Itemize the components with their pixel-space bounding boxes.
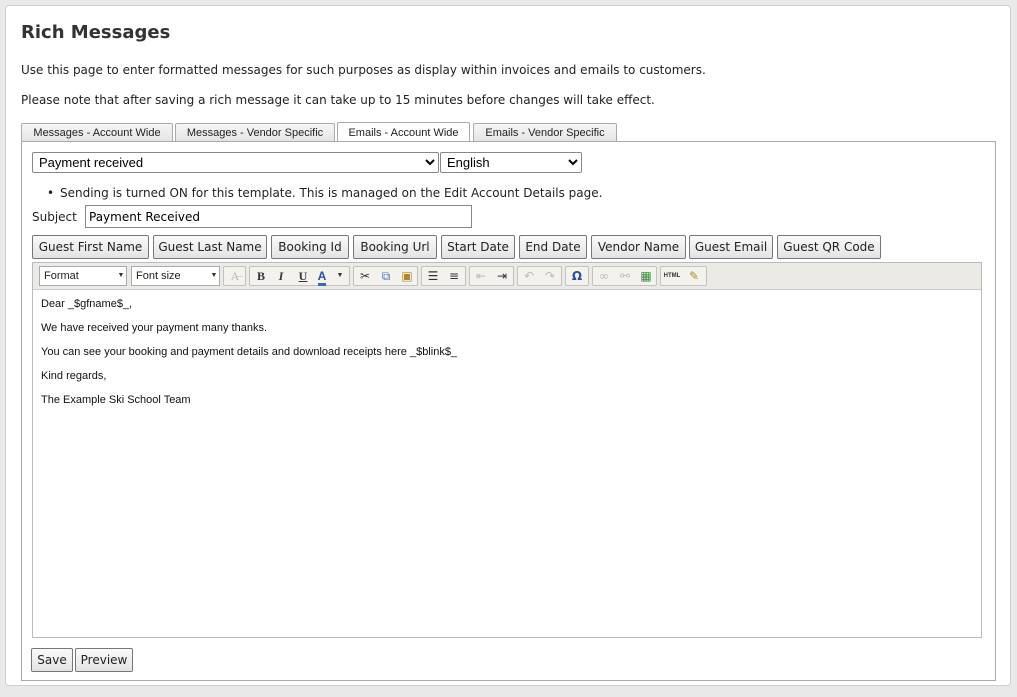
numbered-list-icon[interactable]: ≡ bbox=[444, 267, 464, 285]
rich-text-editor: Format ▼ Font size ▼ A̶ B I U A ▼ ✂ ⧉ ▣ … bbox=[32, 262, 982, 638]
font-size-combo[interactable]: Font size ▼ bbox=[131, 266, 220, 286]
unlink-icon[interactable]: ⚯ bbox=[615, 267, 635, 285]
format-combo-label: Format bbox=[44, 270, 79, 282]
tab-messages-vendor-specific[interactable]: Messages - Vendor Specific bbox=[175, 123, 335, 141]
link-icon[interactable]: ∞ bbox=[594, 267, 614, 285]
tab-emails-account-wide[interactable]: Emails - Account Wide bbox=[337, 122, 470, 142]
clipboard-group: ✂ ⧉ ▣ bbox=[353, 266, 418, 286]
cleanup-brush-icon[interactable]: ✎ bbox=[684, 267, 704, 285]
tab-messages-account-wide[interactable]: Messages - Account Wide bbox=[21, 123, 173, 141]
undo-icon[interactable]: ↶ bbox=[519, 267, 539, 285]
language-select[interactable]: English bbox=[440, 152, 582, 173]
insert-start-date-button[interactable]: Start Date bbox=[441, 235, 515, 259]
insert-guest-qr-code-button[interactable]: Guest QR Code bbox=[777, 235, 881, 259]
insert-booking-id-button[interactable]: Booking Id bbox=[271, 235, 349, 259]
template-select[interactable]: Payment received bbox=[32, 152, 439, 173]
insert-guest-email-button[interactable]: Guest Email bbox=[689, 235, 773, 259]
special-char-group: Ω bbox=[565, 266, 589, 286]
preview-button[interactable]: Preview bbox=[75, 648, 133, 672]
chevron-down-icon: ▼ bbox=[210, 272, 218, 279]
paste-icon[interactable]: ▣ bbox=[397, 267, 417, 285]
editor-line: Kind regards, bbox=[41, 370, 107, 382]
list-group: ☰ ≡ bbox=[421, 266, 466, 286]
outdent-icon[interactable]: ⇤ bbox=[471, 267, 491, 285]
editor-line: The Example Ski School Team bbox=[41, 394, 191, 406]
editor-line: Dear _$gfname$_, bbox=[41, 298, 133, 310]
image-icon[interactable]: ▦ bbox=[636, 267, 656, 285]
insert-guest-last-name-button[interactable]: Guest Last Name bbox=[153, 235, 267, 259]
subject-label: Subject bbox=[32, 210, 77, 224]
format-combo[interactable]: Format ▼ bbox=[39, 266, 127, 286]
underline-icon[interactable]: U bbox=[293, 267, 313, 285]
status-note: Sending is turned ON for this template. … bbox=[47, 186, 602, 200]
remove-format-icon[interactable]: A̶ bbox=[225, 267, 245, 285]
subject-input[interactable] bbox=[85, 205, 472, 228]
page-intro: Use this page to enter formatted message… bbox=[21, 63, 706, 77]
tab-emails-vendor-specific[interactable]: Emails - Vendor Specific bbox=[473, 123, 617, 141]
save-button[interactable]: Save bbox=[31, 648, 73, 672]
page-note: Please note that after saving a rich mes… bbox=[21, 93, 655, 107]
editor-toolbar: Format ▼ Font size ▼ A̶ B I U A ▼ ✂ ⧉ ▣ … bbox=[33, 263, 981, 290]
tab-content: Payment received English Sending is turn… bbox=[21, 141, 996, 681]
insert-guest-first-name-button[interactable]: Guest First Name bbox=[32, 235, 149, 259]
font-size-combo-label: Font size bbox=[136, 270, 181, 282]
text-style-group: B I U A ▼ bbox=[249, 266, 350, 286]
redo-icon[interactable]: ↷ bbox=[540, 267, 560, 285]
insert-end-date-button[interactable]: End Date bbox=[519, 235, 587, 259]
bulleted-list-icon[interactable]: ☰ bbox=[423, 267, 443, 285]
rich-messages-panel: Rich Messages Use this page to enter for… bbox=[5, 5, 1011, 686]
cut-icon[interactable]: ✂ bbox=[355, 267, 375, 285]
editor-line: You can see your booking and payment det… bbox=[41, 346, 458, 358]
copy-icon[interactable]: ⧉ bbox=[376, 267, 396, 285]
omega-special-character-icon[interactable]: Ω bbox=[567, 267, 587, 285]
insert-vendor-name-button[interactable]: Vendor Name bbox=[591, 235, 686, 259]
source-group: HTML ✎ bbox=[660, 266, 707, 286]
editor-content[interactable]: Dear _$gfname$_, We have received your p… bbox=[33, 290, 981, 637]
bold-icon[interactable]: B bbox=[251, 267, 271, 285]
italic-icon[interactable]: I bbox=[271, 267, 291, 285]
indent-group: ⇤ ⇥ bbox=[469, 266, 514, 286]
indent-icon[interactable]: ⇥ bbox=[492, 267, 512, 285]
editor-line: We have received your payment many thank… bbox=[41, 322, 268, 334]
html-source-icon[interactable]: HTML bbox=[662, 267, 682, 285]
link-image-group: ∞ ⚯ ▦ bbox=[592, 266, 657, 286]
page-title: Rich Messages bbox=[21, 22, 171, 43]
text-color-icon[interactable]: A bbox=[313, 267, 331, 286]
insert-booking-url-button[interactable]: Booking Url bbox=[353, 235, 437, 259]
history-group: ↶ ↷ bbox=[517, 266, 562, 286]
remove-format-group: A̶ bbox=[223, 266, 246, 286]
chevron-down-icon: ▼ bbox=[117, 272, 125, 279]
chevron-down-icon[interactable]: ▼ bbox=[333, 267, 347, 285]
